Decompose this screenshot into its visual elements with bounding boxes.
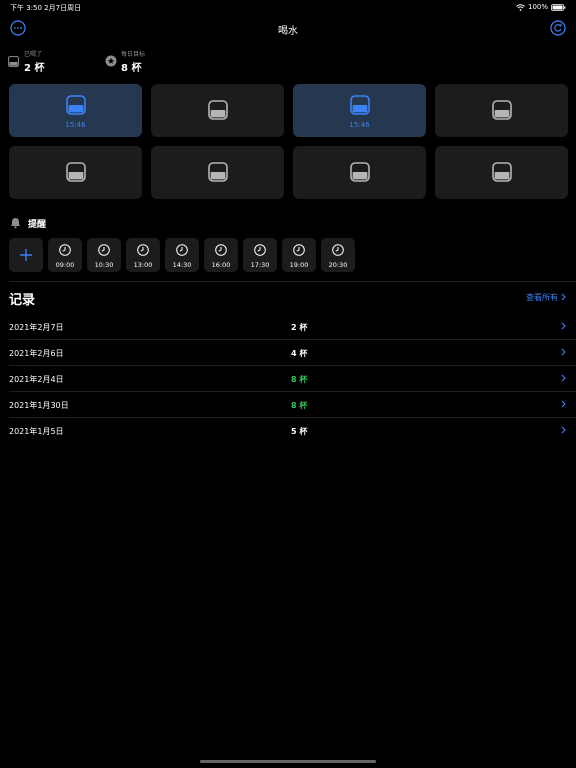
cup-slot[interactable]: 15:46: [293, 84, 426, 137]
chevron-right-icon: [561, 293, 566, 303]
reminder-time: 13:00: [133, 261, 153, 269]
drunk-value: 2 杯: [24, 63, 45, 74]
cup-empty-icon: [349, 162, 370, 182]
wifi-icon: [516, 3, 525, 11]
view-all-link[interactable]: 查看所有: [526, 292, 566, 303]
clock-icon: [254, 244, 266, 256]
section-divider: [9, 281, 576, 282]
clock-icon: [332, 244, 344, 256]
record-count: 8 杯: [291, 375, 308, 384]
reminder-time: 10:30: [94, 261, 114, 269]
chevron-right-icon: [561, 400, 566, 408]
cup-empty-icon: [207, 162, 228, 182]
reminder-chip[interactable]: 19:00: [282, 238, 316, 272]
reminder-chip[interactable]: 09:00: [48, 238, 82, 272]
cup-empty-icon: [207, 100, 228, 120]
home-indicator: [200, 760, 376, 763]
status-indicators: 100%: [516, 3, 566, 11]
reminder-time: 20:30: [328, 261, 348, 269]
records-title: 记录: [9, 293, 36, 308]
reminder-header: 提醒: [10, 216, 46, 230]
reminder-list: 09:00 10:30 13:00 14:30 16:00 17:30 19:00 20:30: [9, 238, 355, 272]
chevron-right-icon: [561, 322, 566, 330]
goal-value: 8 杯: [121, 63, 142, 74]
status-bar: 下午 3:50 2月7日周日 100%: [0, 0, 576, 14]
chevron-right-icon: [561, 348, 566, 356]
cup-filled-icon: [349, 95, 370, 115]
chevron-right-icon: [561, 426, 566, 434]
cup-grid: 15:46 15:46: [9, 84, 568, 199]
clock-icon: [293, 244, 305, 256]
reminder-chip[interactable]: 13:00: [126, 238, 160, 272]
battery-percent: 100%: [527, 3, 548, 11]
clock-icon: [59, 244, 71, 256]
record-date: 2021年1月5日: [9, 427, 64, 436]
cup-slot[interactable]: [9, 146, 142, 199]
page-title: 喝水: [278, 26, 298, 37]
record-row[interactable]: 2021年2月7日 2 杯: [9, 314, 576, 340]
record-date: 2021年2月6日: [9, 349, 64, 358]
star-badge-icon: [105, 52, 117, 71]
record-count: 4 杯: [291, 349, 308, 358]
refresh-button[interactable]: [550, 20, 566, 36]
record-count: 2 杯: [291, 323, 308, 332]
add-reminder-button[interactable]: [9, 238, 43, 272]
cup-empty-icon: [491, 162, 512, 182]
cup-empty-icon: [65, 162, 86, 182]
cup-time: 15:46: [65, 121, 86, 129]
clock-icon: [98, 244, 110, 256]
cup-slot[interactable]: [293, 146, 426, 199]
cup-slot[interactable]: 15:46: [9, 84, 142, 137]
cup-filled-icon: [65, 95, 86, 115]
battery-icon: [551, 3, 566, 11]
cup-slot[interactable]: [435, 84, 568, 137]
reminder-time: 09:00: [55, 261, 75, 269]
navigation-bar: 喝水: [0, 14, 576, 42]
record-date: 2021年1月30日: [9, 401, 69, 410]
bell-icon: [10, 214, 21, 233]
cup-icon: [8, 52, 19, 71]
status-time-date: 下午 3:50 2月7日周日: [10, 4, 82, 12]
record-date: 2021年2月4日: [9, 375, 64, 384]
refresh-icon: [550, 20, 566, 36]
view-all-label: 查看所有: [526, 293, 558, 302]
records-list: 2021年2月7日 2 杯 2021年2月6日 4 杯 2021年2月4日 8 杯 2021…: [9, 314, 576, 443]
reminder-chip[interactable]: 10:30: [87, 238, 121, 272]
cup-slot[interactable]: [435, 146, 568, 199]
record-row[interactable]: 2021年1月30日 8 杯: [9, 392, 576, 418]
reminder-time: 16:00: [211, 261, 231, 269]
drunk-label: 已喝了: [24, 51, 43, 58]
reminder-time: 17:30: [250, 261, 270, 269]
goal-label: 每日目标: [121, 51, 146, 58]
chevron-right-icon: [561, 374, 566, 382]
clock-icon: [137, 244, 149, 256]
record-row[interactable]: 2021年2月6日 4 杯: [9, 340, 576, 366]
record-date: 2021年2月7日: [9, 323, 64, 332]
record-row[interactable]: 2021年2月4日 8 杯: [9, 366, 576, 392]
clock-icon: [215, 244, 227, 256]
clock-icon: [176, 244, 188, 256]
reminder-chip[interactable]: 16:00: [204, 238, 238, 272]
cup-time: 15:46: [349, 121, 370, 129]
reminder-title: 提醒: [28, 219, 47, 230]
record-count: 5 杯: [291, 427, 308, 436]
cup-slot[interactable]: [151, 146, 284, 199]
record-row[interactable]: 2021年1月5日 5 杯: [9, 418, 576, 443]
cup-empty-icon: [491, 100, 512, 120]
cup-slot[interactable]: [151, 84, 284, 137]
stats-bar: 已喝了 2 杯 每日目标 8 杯: [8, 48, 568, 74]
record-count: 8 杯: [291, 401, 308, 410]
reminder-chip[interactable]: 17:30: [243, 238, 277, 272]
reminder-time: 19:00: [289, 261, 309, 269]
reminder-chip[interactable]: 20:30: [321, 238, 355, 272]
reminder-time: 14:30: [172, 261, 192, 269]
reminder-chip[interactable]: 14:30: [165, 238, 199, 272]
